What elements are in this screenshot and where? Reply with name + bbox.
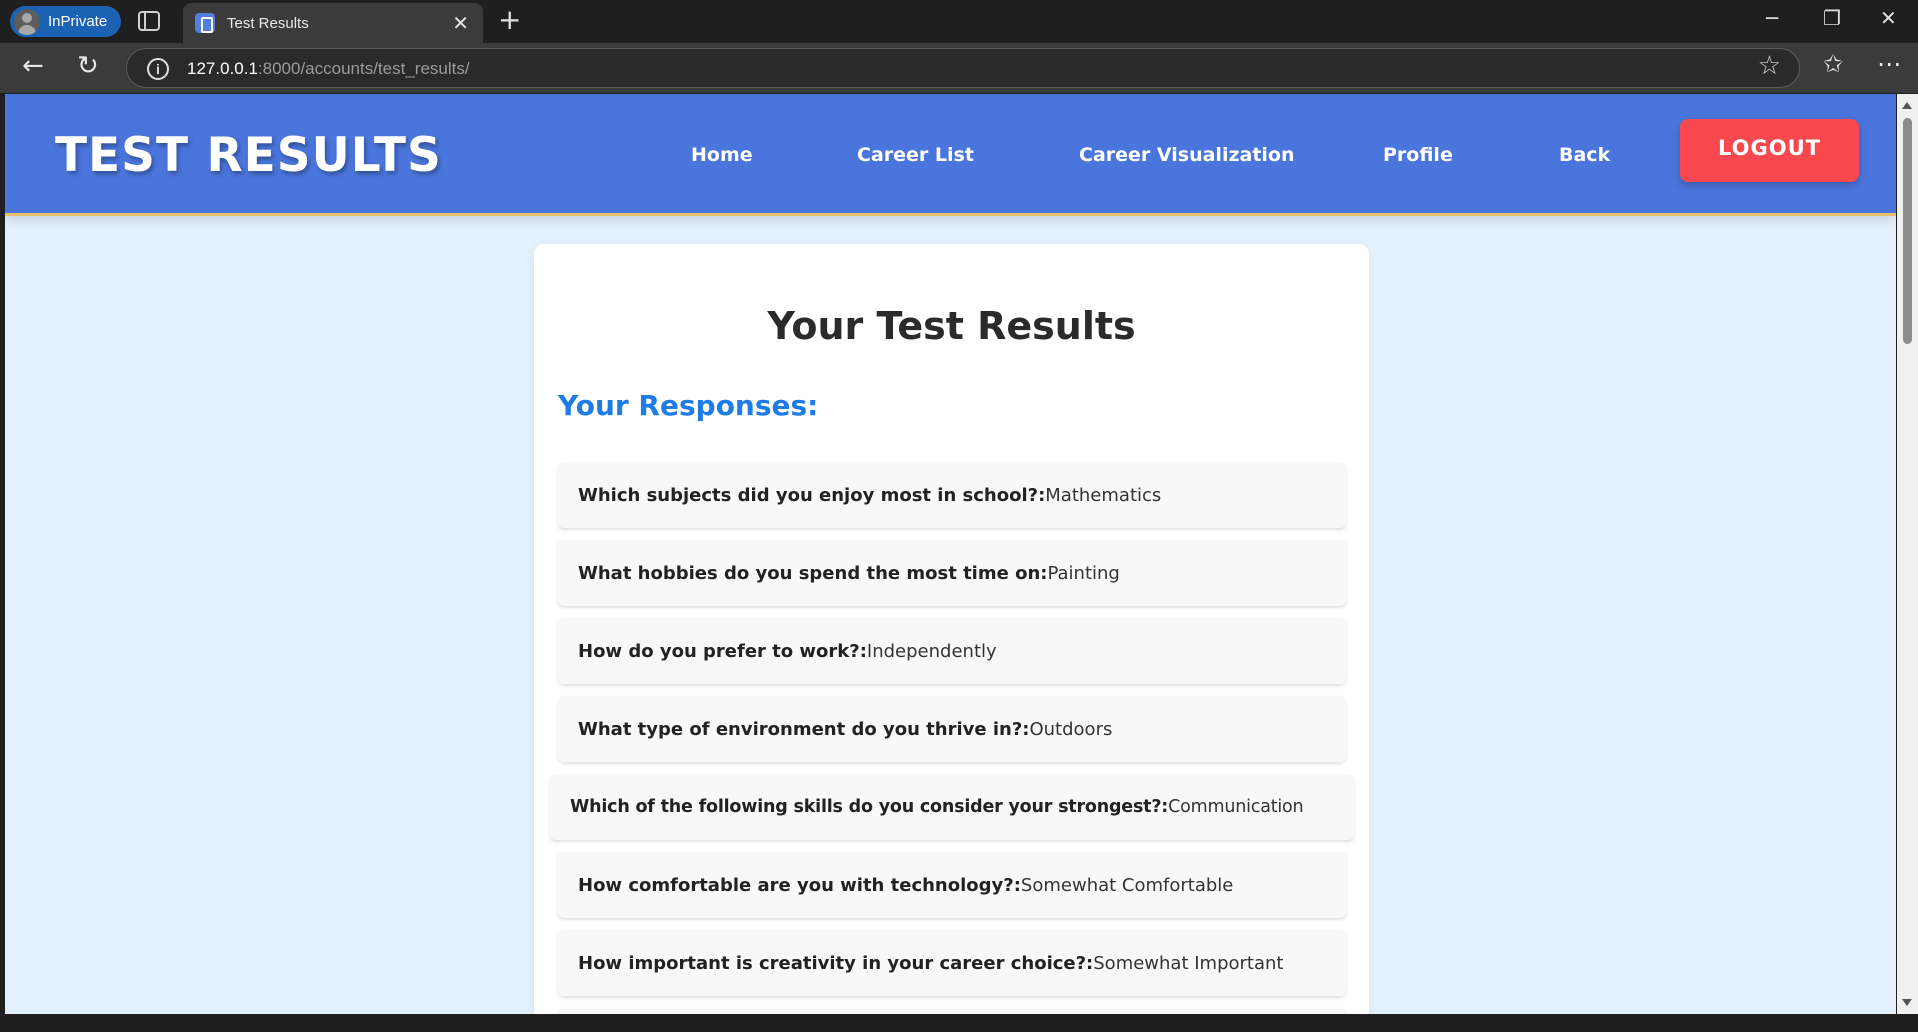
response-answer: Independently	[866, 640, 997, 662]
profile-avatar-icon	[14, 8, 40, 35]
site-info-icon[interactable]: i	[147, 58, 169, 80]
tab-title: Test Results	[227, 14, 309, 32]
response-item: Which subjects did you enjoy most in sch…	[558, 462, 1346, 528]
url-path: :8000/accounts/test_results/	[257, 59, 470, 78]
back-arrow-icon[interactable]: ←	[22, 53, 44, 79]
response-answer: Mathematics	[1045, 484, 1162, 506]
inprivate-profile-button[interactable]: InPrivate	[10, 6, 122, 37]
favorites-icon[interactable]: ✩	[1823, 52, 1843, 76]
response-question: How comfortable are you with technology?…	[578, 874, 1021, 896]
response-item: How do you prefer to work?: Independentl…	[558, 618, 1346, 684]
scroll-down-arrow-icon[interactable]	[1902, 999, 1912, 1006]
browser-tab-bar: InPrivate Test Results ✕ + ─ ❐ ✕	[0, 0, 1918, 43]
response-question: What hobbies do you spend the most time …	[578, 562, 1048, 584]
nav-career-list-link[interactable]: Career List	[857, 144, 974, 166]
url-text: 127.0.0.1:8000/accounts/test_results/	[187, 59, 470, 79]
new-tab-icon[interactable]: +	[498, 6, 521, 34]
window-bottom-edge	[0, 1014, 1918, 1032]
more-menu-icon[interactable]: ⋯	[1877, 52, 1901, 76]
response-question: Which subjects did you enjoy most in sch…	[578, 484, 1046, 506]
window-close-icon[interactable]: ✕	[1880, 8, 1897, 28]
scroll-thumb[interactable]	[1903, 118, 1912, 344]
response-answer: Outdoors	[1029, 718, 1113, 740]
tab-favicon-icon	[195, 13, 215, 33]
response-item: What type of environment do you thrive i…	[558, 696, 1346, 762]
response-question: How important is creativity in your care…	[578, 952, 1094, 974]
response-question: What type of environment do you thrive i…	[578, 718, 1030, 740]
response-item: Which of the following skills do you con…	[550, 774, 1354, 840]
page-scrollbar[interactable]	[1897, 94, 1918, 1014]
logout-button[interactable]: LOGOUT	[1680, 119, 1859, 182]
responses-heading: Your Responses:	[558, 389, 819, 422]
nav-home-link[interactable]: Home	[691, 144, 753, 166]
nav-profile-link[interactable]: Profile	[1383, 144, 1453, 166]
site-title: TEST RESULTS	[55, 128, 442, 183]
results-card: Your Test Results Your Responses: Which …	[534, 244, 1369, 1014]
browser-tab-active[interactable]: Test Results ✕	[183, 3, 483, 43]
browser-address-bar: ← ↻ i 127.0.0.1:8000/accounts/test_resul…	[0, 43, 1918, 93]
response-item: How comfortable are you with technology?…	[558, 852, 1346, 918]
tab-close-icon[interactable]: ✕	[452, 13, 469, 33]
url-field[interactable]: i 127.0.0.1:8000/accounts/test_results/ …	[126, 48, 1800, 88]
tab-actions-icon[interactable]	[138, 11, 160, 31]
url-host: 127.0.0.1	[187, 59, 258, 78]
scroll-up-arrow-icon[interactable]	[1902, 102, 1912, 109]
inprivate-label: InPrivate	[48, 13, 108, 30]
response-item: What hobbies do you spend the most time …	[558, 540, 1346, 606]
nav-career-visualization-link[interactable]: Career Visualization	[1079, 144, 1295, 166]
minimize-icon[interactable]: ─	[1766, 8, 1778, 28]
restore-icon[interactable]: ❐	[1823, 8, 1841, 28]
page-viewport: TEST RESULTS Home Career List Career Vis…	[5, 94, 1896, 1014]
response-answer: Somewhat Comfortable	[1020, 874, 1234, 896]
response-answer: Communication	[1168, 797, 1304, 817]
app-header: TEST RESULTS Home Career List Career Vis…	[5, 94, 1896, 216]
response-answer: Painting	[1047, 562, 1120, 584]
response-answer: Somewhat Important	[1093, 952, 1284, 974]
response-question: How do you prefer to work?:	[578, 640, 867, 662]
refresh-icon[interactable]: ↻	[77, 53, 99, 79]
response-question: Which of the following skills do you con…	[570, 797, 1169, 817]
response-item: How important is creativity in your care…	[558, 930, 1346, 996]
page-title: Your Test Results	[767, 304, 1136, 348]
nav-back-link[interactable]: Back	[1559, 144, 1610, 166]
favorite-star-icon[interactable]: ☆	[1758, 53, 1781, 79]
